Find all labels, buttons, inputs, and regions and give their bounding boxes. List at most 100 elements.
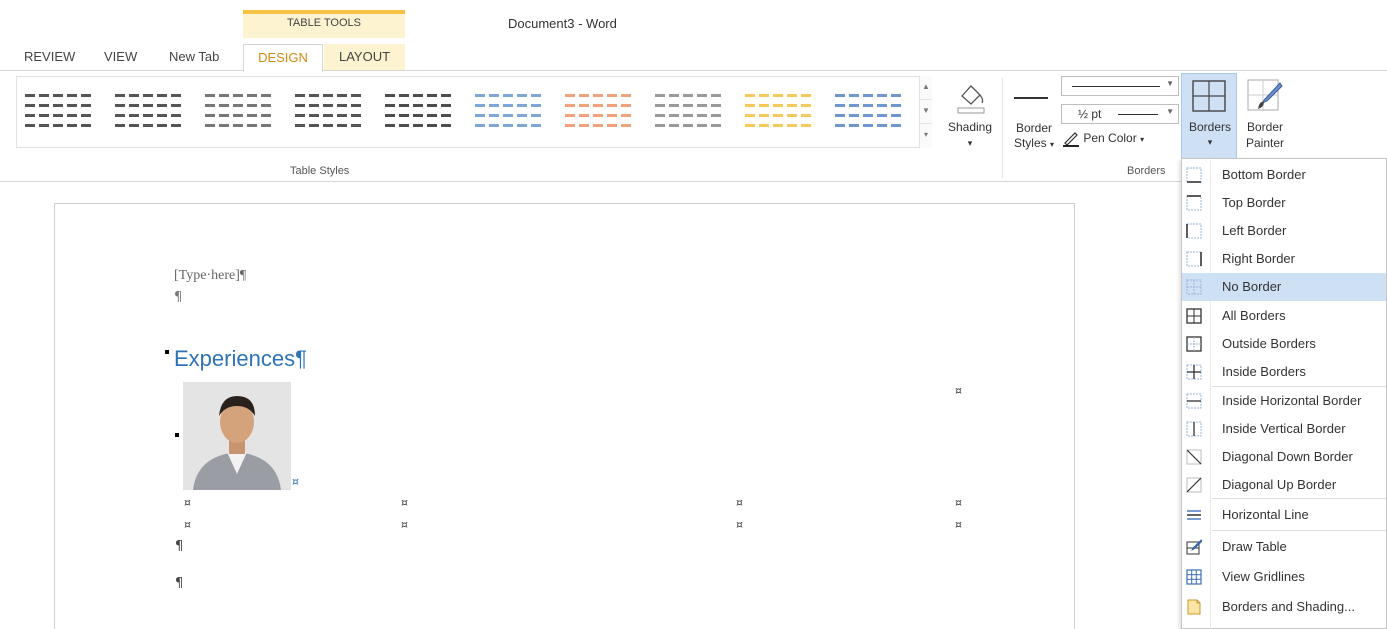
diagonal-down-border-icon (1186, 449, 1202, 465)
menu-item-label: Inside Vertical Border (1222, 421, 1346, 436)
border-style-line-icon (1014, 97, 1048, 99)
borders-dropdown-menu: Bottom Border Top Border Left Border Right … (1181, 158, 1387, 629)
menu-item-label: Bottom Border (1222, 167, 1306, 182)
table-style-thumbnail[interactable] (385, 90, 455, 134)
line-sample (1072, 86, 1160, 87)
menu-item-top-border[interactable]: Top Border (1182, 189, 1386, 217)
line-weight-dropdown[interactable]: ½ pt ▼ (1061, 104, 1179, 124)
table-style-row (295, 104, 365, 107)
borders-and-shading-icon (1187, 599, 1201, 615)
menu-item-label: View Gridlines (1222, 569, 1305, 584)
table-style-thumbnail[interactable] (835, 90, 905, 134)
table-style-thumbnail[interactable] (115, 90, 185, 134)
inside-vertical-border-icon (1186, 421, 1202, 437)
pen-color-label: Pen Color (1083, 131, 1137, 146)
table-style-thumbnail[interactable] (565, 90, 635, 134)
cell-end-mark: ¤ (955, 518, 962, 531)
table-styles-gallery (16, 76, 932, 148)
cell-end-mark: ¤ (184, 518, 191, 531)
gallery-scroll-down-icon[interactable]: ▼ (920, 100, 932, 124)
menu-item-label: Draw Table (1222, 539, 1287, 554)
section-heading[interactable]: Experiences¶ (174, 346, 307, 372)
menu-item-label: Diagonal Down Border (1222, 449, 1353, 464)
menu-item-outside-borders[interactable]: Outside Borders (1182, 330, 1386, 358)
shading-button[interactable]: Shading ▾ (940, 120, 1000, 151)
cell-end-mark: ¤ (955, 496, 962, 509)
borders-label: Borders (1188, 120, 1232, 134)
border-styles-button[interactable]: Border Styles ▾ (1006, 121, 1062, 152)
tab-layout[interactable]: LAYOUT (324, 44, 405, 72)
gallery-more-icon[interactable]: ▾ (920, 124, 932, 148)
menu-item-label: Left Border (1222, 223, 1287, 238)
table-style-row (385, 104, 455, 107)
table-style-thumbnail[interactable] (25, 90, 95, 134)
borders-button[interactable]: Borders ▾ (1181, 73, 1237, 159)
cell-end-mark: ¤ (736, 496, 743, 509)
menu-item-bottom-border[interactable]: Bottom Border (1182, 161, 1386, 189)
paint-bucket-icon[interactable] (952, 78, 990, 114)
table-style-row (115, 124, 185, 127)
menu-item-label: Horizontal Line (1222, 507, 1309, 522)
menu-item-borders-and-shading[interactable]: Borders and Shading... (1182, 593, 1386, 621)
outside-borders-icon (1186, 336, 1202, 352)
menu-item-draw-table[interactable]: Draw Table (1182, 533, 1386, 561)
table-style-row (565, 104, 635, 107)
inside-horizontal-border-icon (1186, 393, 1202, 409)
menu-item-label: Diagonal Up Border (1222, 477, 1337, 492)
chevron-down-icon: ▾ (1207, 137, 1213, 147)
border-painter-label-1: Border (1246, 120, 1284, 134)
borders-group-label: Borders (1127, 165, 1166, 177)
menu-item-all-borders[interactable]: All Borders (1182, 302, 1386, 330)
no-border-icon (1186, 279, 1202, 295)
table-style-thumbnail[interactable] (295, 90, 365, 134)
table-style-row (295, 114, 365, 117)
border-styles-label-1: Border (1015, 121, 1053, 135)
table-style-thumbnail[interactable] (205, 90, 275, 134)
table-style-row (205, 114, 275, 117)
shading-label: Shading (947, 120, 993, 134)
paragraph-anchor-icon (175, 433, 179, 437)
cell-end-mark: ¤ (292, 475, 299, 488)
menu-item-no-border[interactable]: No Border (1182, 273, 1386, 301)
menu-item-view-gridlines[interactable]: View Gridlines (1182, 563, 1386, 591)
table-style-row (745, 114, 815, 117)
menu-item-label: Borders and Shading... (1222, 599, 1355, 614)
tab-design[interactable]: DESIGN (243, 44, 323, 72)
table-style-row (115, 104, 185, 107)
border-painter-label-2: Painter (1245, 136, 1285, 150)
menu-item-horizontal-line[interactable]: Horizontal Line (1182, 501, 1386, 529)
menu-item-diagonal-up-border[interactable]: Diagonal Up Border (1182, 471, 1386, 499)
menu-item-diagonal-down-border[interactable]: Diagonal Down Border (1182, 443, 1386, 471)
paragraph-mark: ¶ (175, 576, 184, 591)
line-weight-value: ½ pt (1078, 107, 1102, 121)
menu-item-inside-borders[interactable]: Inside Borders (1182, 358, 1386, 386)
gallery-scroll-up-icon[interactable]: ▲ (920, 76, 932, 100)
menu-separator (1212, 530, 1386, 531)
border-painter-button[interactable]: Border Painter (1237, 73, 1293, 159)
table-style-row (25, 124, 95, 127)
tab-new-tab[interactable]: New Tab (169, 44, 219, 72)
paragraph-mark: ¶ (175, 539, 184, 554)
table-style-row (565, 124, 635, 127)
table-style-thumbnail[interactable] (745, 90, 815, 134)
tab-review[interactable]: REVIEW (24, 44, 75, 72)
top-border-icon (1186, 195, 1202, 211)
pen-color-button[interactable]: Pen Color ▾ (1062, 131, 1144, 147)
table-style-thumbnail[interactable] (475, 90, 545, 134)
menu-item-left-border[interactable]: Left Border (1182, 217, 1386, 245)
paragraph-mark: ¶ (174, 290, 183, 305)
table-style-thumbnail[interactable] (655, 90, 725, 134)
window-title: Document3 - Word (508, 16, 617, 31)
profile-photo[interactable] (183, 382, 291, 490)
menu-item-inside-vertical-border[interactable]: Inside Vertical Border (1182, 415, 1386, 443)
cell-end-mark: ¤ (401, 518, 408, 531)
table-style-row (295, 94, 365, 97)
line-style-dropdown[interactable]: ▼ (1061, 76, 1179, 96)
menu-item-inside-horizontal-border[interactable]: Inside Horizontal Border (1182, 387, 1386, 415)
placeholder-text[interactable]: [Type·here]¶ (174, 268, 246, 284)
table-style-row (835, 114, 905, 117)
table-style-row (745, 104, 815, 107)
gallery-scrollbar[interactable]: ▲ ▼ ▾ (919, 76, 932, 148)
tab-view[interactable]: VIEW (104, 44, 137, 72)
menu-item-right-border[interactable]: Right Border (1182, 245, 1386, 273)
